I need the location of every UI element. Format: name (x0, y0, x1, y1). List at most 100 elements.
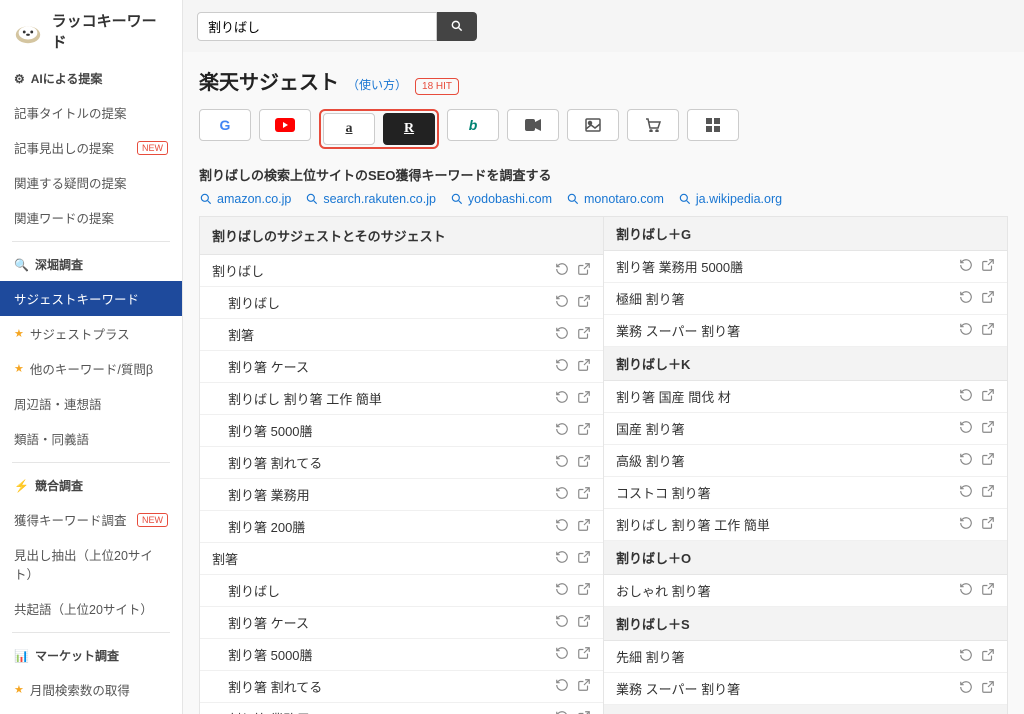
reload-icon[interactable] (555, 390, 569, 407)
sidebar-item-compete-2[interactable]: 共起語（上位20サイト） (0, 591, 182, 626)
result-row[interactable]: 割り箸 割れてる (200, 671, 603, 703)
source-tab-rakuten[interactable]: R (383, 113, 435, 145)
sidebar-item-deep-0[interactable]: サジェストキーワード (0, 281, 182, 316)
source-tab-grid[interactable] (687, 109, 739, 141)
result-row[interactable]: コストコ 割り箸 (604, 477, 1007, 509)
sidebar-item-market-0[interactable]: ★月間検索数の取得 (0, 672, 182, 707)
open-icon[interactable] (577, 454, 591, 471)
open-icon[interactable] (981, 648, 995, 665)
source-tab-bing[interactable]: b (447, 109, 499, 141)
open-icon[interactable] (577, 294, 591, 311)
reload-icon[interactable] (959, 648, 973, 665)
result-row[interactable]: 割り箸 割れてる (200, 447, 603, 479)
sidebar-item-deep-1[interactable]: ★サジェストプラス (0, 316, 182, 351)
result-row[interactable]: 割り箸 業務用 (200, 703, 603, 714)
sidebar-item-compete-1[interactable]: 見出し抽出（上位20サイト） (0, 537, 182, 591)
result-row[interactable]: 割り箸 5000膳 (200, 639, 603, 671)
reload-icon[interactable] (555, 486, 569, 503)
open-icon[interactable] (577, 518, 591, 535)
reload-icon[interactable] (959, 290, 973, 307)
open-icon[interactable] (981, 452, 995, 469)
source-tab-image[interactable] (567, 109, 619, 141)
sidebar-item-ai-3[interactable]: 関連ワードの提案 (0, 200, 182, 235)
reload-icon[interactable] (555, 358, 569, 375)
open-icon[interactable] (577, 582, 591, 599)
open-icon[interactable] (577, 326, 591, 343)
reload-icon[interactable] (959, 582, 973, 599)
reload-icon[interactable] (959, 484, 973, 501)
result-row[interactable]: 業務 スーパー 割り箸 (604, 315, 1007, 347)
reload-icon[interactable] (555, 678, 569, 695)
open-icon[interactable] (577, 390, 591, 407)
open-icon[interactable] (981, 388, 995, 405)
seo-link[interactable]: monotaro.com (566, 192, 664, 206)
open-icon[interactable] (577, 422, 591, 439)
seo-link[interactable]: yodobashi.com (450, 192, 552, 206)
open-icon[interactable] (577, 614, 591, 631)
reload-icon[interactable] (555, 582, 569, 599)
search-button[interactable] (437, 12, 477, 41)
open-icon[interactable] (981, 322, 995, 339)
result-row[interactable]: 割り箸 国産 間伐 材 (604, 381, 1007, 413)
reload-icon[interactable] (959, 680, 973, 697)
open-icon[interactable] (981, 516, 995, 533)
open-icon[interactable] (981, 484, 995, 501)
open-icon[interactable] (577, 262, 591, 279)
result-row[interactable]: 割りばし (200, 255, 603, 287)
reload-icon[interactable] (959, 420, 973, 437)
sidebar-item-ai-0[interactable]: 記事タイトルの提案 (0, 95, 182, 130)
result-row[interactable]: 割り箸 200膳 (200, 511, 603, 543)
open-icon[interactable] (981, 258, 995, 275)
seo-link[interactable]: ja.wikipedia.org (678, 192, 782, 206)
reload-icon[interactable] (959, 516, 973, 533)
sidebar-item-ai-1[interactable]: 記事見出しの提案NEW (0, 130, 182, 165)
result-row[interactable]: 割り箸 5000膳 (200, 415, 603, 447)
reload-icon[interactable] (959, 322, 973, 339)
logo[interactable]: ラッコキーワード (0, 0, 182, 62)
result-row[interactable]: 割りばし (200, 575, 603, 607)
search-input[interactable] (197, 12, 437, 41)
result-row[interactable]: 先細 割り箸 (604, 641, 1007, 673)
result-row[interactable]: 割箸 (200, 319, 603, 351)
reload-icon[interactable] (959, 452, 973, 469)
seo-link[interactable]: amazon.co.jp (199, 192, 291, 206)
reload-icon[interactable] (555, 614, 569, 631)
result-row[interactable]: 国産 割り箸 (604, 413, 1007, 445)
result-row[interactable]: 割りばし 割り箸 工作 簡単 (604, 509, 1007, 541)
reload-icon[interactable] (555, 454, 569, 471)
open-icon[interactable] (577, 710, 591, 714)
source-tab-google[interactable]: G (199, 109, 251, 141)
source-tab-video[interactable] (507, 109, 559, 141)
reload-icon[interactable] (959, 388, 973, 405)
result-row[interactable]: 極細 割り箸 (604, 283, 1007, 315)
reload-icon[interactable] (555, 422, 569, 439)
reload-icon[interactable] (555, 326, 569, 343)
seo-link[interactable]: search.rakuten.co.jp (305, 192, 436, 206)
result-row[interactable]: おしゃれ 割り箸 (604, 575, 1007, 607)
result-row[interactable]: 割り箸 ケース (200, 607, 603, 639)
reload-icon[interactable] (555, 294, 569, 311)
result-row[interactable]: 割り箸 業務用 (200, 479, 603, 511)
open-icon[interactable] (577, 358, 591, 375)
reload-icon[interactable] (555, 710, 569, 714)
source-tab-youtube[interactable] (259, 109, 311, 141)
result-row[interactable]: 割箸 (200, 543, 603, 575)
reload-icon[interactable] (555, 646, 569, 663)
open-icon[interactable] (577, 486, 591, 503)
result-row[interactable]: 高級 割り箸 (604, 445, 1007, 477)
usage-link[interactable]: （使い方） (347, 76, 407, 93)
open-icon[interactable] (981, 680, 995, 697)
reload-icon[interactable] (555, 262, 569, 279)
open-icon[interactable] (577, 678, 591, 695)
source-tab-shopping[interactable] (627, 109, 679, 141)
result-row[interactable]: 割りばし 割り箸 工作 簡単 (200, 383, 603, 415)
open-icon[interactable] (981, 582, 995, 599)
reload-icon[interactable] (555, 550, 569, 567)
sidebar-item-market-1[interactable]: 関連ハッシュタグNEW (0, 707, 182, 714)
sidebar-item-ai-2[interactable]: 関連する疑問の提案 (0, 165, 182, 200)
sidebar-item-compete-0[interactable]: 獲得キーワード調査NEW (0, 502, 182, 537)
open-icon[interactable] (577, 550, 591, 567)
source-tab-amazon[interactable]: a (323, 113, 375, 145)
open-icon[interactable] (981, 420, 995, 437)
sidebar-item-deep-3[interactable]: 周辺語・連想語 (0, 386, 182, 421)
